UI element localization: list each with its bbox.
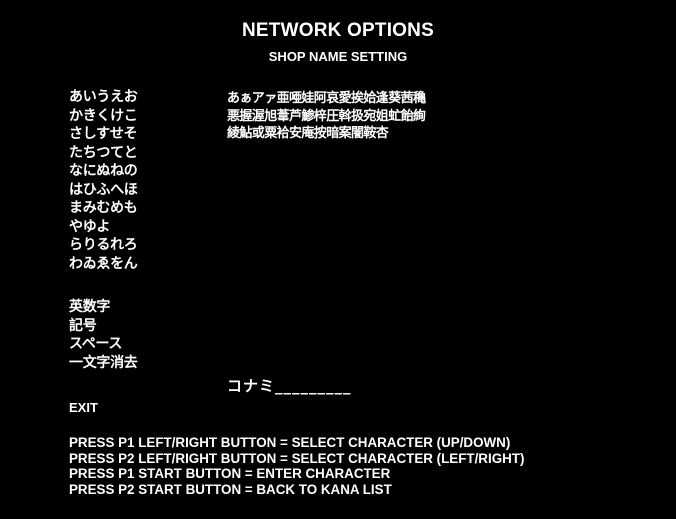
menu-item-alphanumeric[interactable]: 英数字 xyxy=(69,298,138,317)
kana-row-sa[interactable]: さしすせそ xyxy=(69,125,138,144)
kana-row-ya[interactable]: やゆよ xyxy=(69,218,138,237)
kana-row-list: あいうえお かきくけこ さしすせそ たちつてと なにぬねの はひふへほ まみむめ… xyxy=(69,88,138,273)
kana-row-ma[interactable]: まみむめも xyxy=(69,199,138,218)
instruction-line: PRESS P1 START BUTTON = ENTER CHARACTER xyxy=(69,466,391,481)
character-set-menu: 英数字 記号 スペース 一文字消去 xyxy=(69,298,138,372)
instruction-line: PRESS P1 LEFT/RIGHT BUTTON = SELECT CHAR… xyxy=(69,435,511,450)
instructions-list: PRESS P1 LEFT/RIGHT BUTTON = SELECT CHAR… xyxy=(69,435,524,497)
character-grid-row[interactable]: あぁアァ亜唖娃阿哀愛挨姶逢葵茜穐 xyxy=(227,90,426,108)
character-grid-row[interactable]: 悪握渥旭葦芦鯵梓圧斡扱宛姐虻飴絢 xyxy=(227,108,426,126)
instruction-line: PRESS P2 LEFT/RIGHT BUTTON = SELECT CHAR… xyxy=(69,450,525,466)
shop-name-field[interactable]: コナミ_________ xyxy=(227,377,352,395)
character-grid-row[interactable]: 綾鮎或粟袷安庵按暗案闇鞍杏 xyxy=(227,125,425,143)
character-grid: あぁアァ亜唖娃阿哀愛挨姶逢葵茜穐 悪握渥旭葦芦鯵梓圧斡扱宛姐虻飴絢 綾鮎或粟袷安… xyxy=(227,90,426,143)
screen-title: NETWORK OPTIONS xyxy=(242,20,434,41)
kana-row-a[interactable]: あいうえお xyxy=(69,88,138,107)
exit-option[interactable]: EXIT xyxy=(69,399,98,417)
screen-subtitle: SHOP NAME SETTING xyxy=(268,49,408,64)
kana-row-ta[interactable]: たちつてと xyxy=(69,144,138,163)
menu-item-space[interactable]: スペース xyxy=(69,335,138,354)
instruction-line: PRESS P2 START BUTTON = BACK TO KANA LIS… xyxy=(69,481,392,497)
menu-item-delete-character[interactable]: 一文字消去 xyxy=(69,354,138,373)
kana-row-ha[interactable]: はひふへほ xyxy=(69,181,138,200)
kana-row-ka[interactable]: かきくけこ xyxy=(69,107,138,126)
game-screen: NETWORK OPTIONS SHOP NAME SETTING あいうえお … xyxy=(0,0,676,519)
kana-row-ra[interactable]: らりるれろ xyxy=(69,236,138,255)
kana-row-wa[interactable]: わゐゑをん xyxy=(69,255,138,274)
kana-row-na[interactable]: なにぬねの xyxy=(69,162,138,181)
menu-item-symbols[interactable]: 記号 xyxy=(69,317,138,336)
